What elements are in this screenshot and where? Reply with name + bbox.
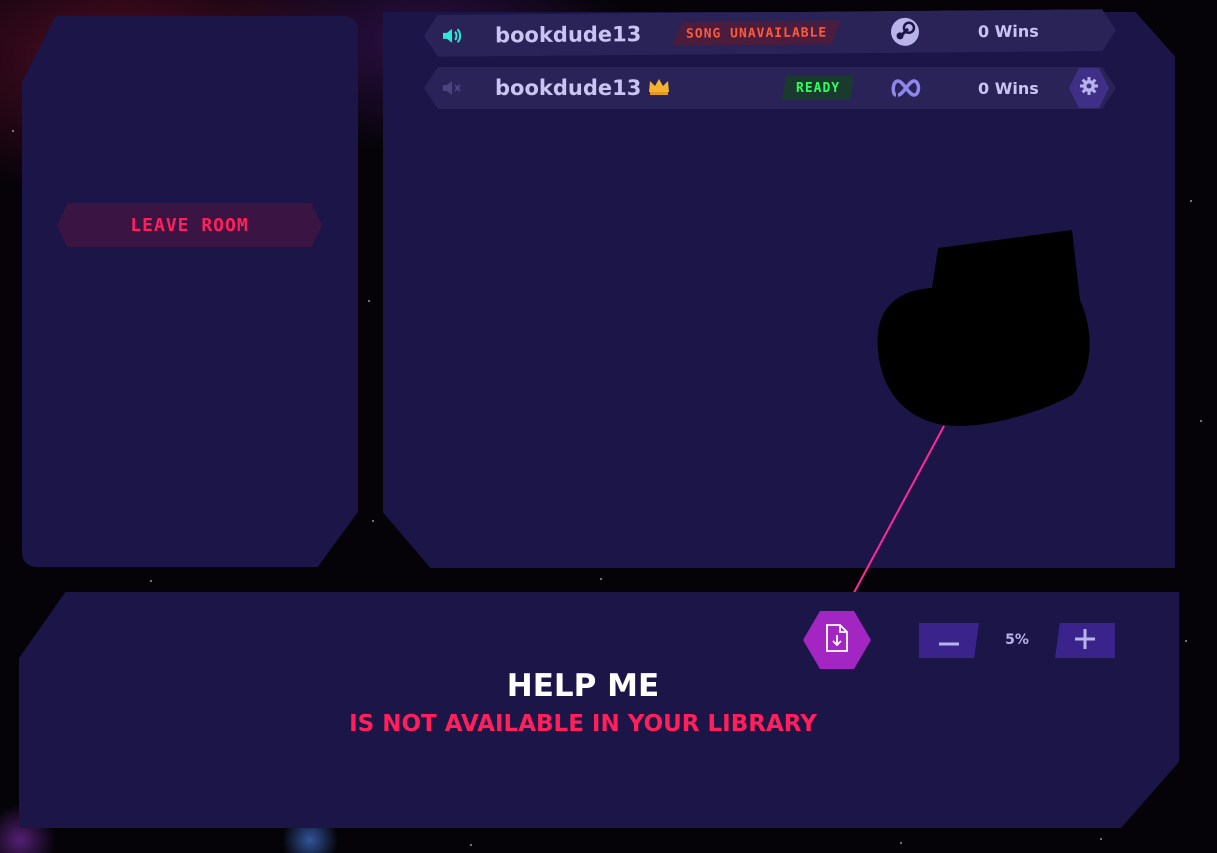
song-unavailable-message: IS NOT AVAILABLE IN YOUR LIBRARY	[349, 711, 817, 737]
minus-icon	[939, 631, 959, 650]
volume-down-button[interactable]	[919, 623, 979, 658]
file-download-icon	[824, 623, 850, 657]
volume-value: 5%	[1005, 632, 1029, 648]
plus-icon	[1075, 628, 1095, 653]
song-title: HELP ME	[506, 668, 660, 704]
volume-up-button[interactable]	[1055, 623, 1115, 658]
